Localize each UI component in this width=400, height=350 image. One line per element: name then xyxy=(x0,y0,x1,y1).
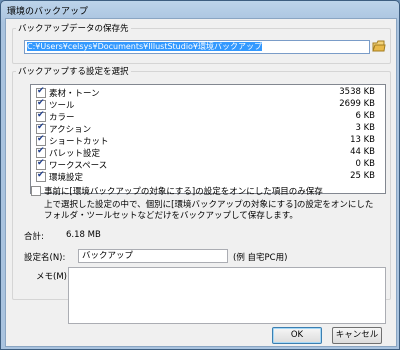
destination-group-label: バックアップデータの保存先 xyxy=(16,22,131,34)
settings-item-label: 素材・トーン xyxy=(49,89,100,99)
checkbox[interactable]: ✔ xyxy=(36,86,46,98)
total-value: 6.18 MB xyxy=(66,230,101,240)
settings-item-size: 2699 KB xyxy=(339,99,375,109)
settings-item-workspace[interactable]: ✔ ワークスペース 0 KB xyxy=(31,158,381,171)
setting-name-label: 設定名(N): xyxy=(24,253,66,263)
checkbox[interactable]: ✔ xyxy=(36,110,46,122)
setting-name-input[interactable]: バックアップ xyxy=(78,249,228,263)
total-label: 合計: xyxy=(24,232,44,242)
folder-icon xyxy=(372,40,386,52)
settings-item-label: カラー xyxy=(49,113,75,123)
dialog-body: バックアップデータの保存先 C:¥Users¥celsys¥Documents¥… xyxy=(5,18,397,347)
marked-only-label[interactable]: 事前に[環境バックアップの対象にする]の設定をオンにした項目のみ保存 xyxy=(44,185,323,197)
ok-button[interactable]: OK xyxy=(272,327,322,344)
settings-item-label: 環境設定 xyxy=(49,173,84,183)
checkmark-icon: ✔ xyxy=(37,170,45,180)
checkbox[interactable]: ✔ xyxy=(36,146,46,158)
marked-only-description-2: フォルダ・ツールセットなどだけをバックアップして保存します。 xyxy=(44,211,298,221)
settings-item-label: ショートカット xyxy=(49,137,109,147)
checkmark-icon: ✔ xyxy=(37,146,45,156)
settings-item-tool[interactable]: ✔ ツール 2699 KB xyxy=(31,98,381,111)
destination-path-input[interactable]: C:¥Users¥celsys¥Documents¥IllustStudio¥環… xyxy=(24,40,370,54)
settings-item-label: ツール xyxy=(49,101,75,111)
checkbox[interactable]: ✔ xyxy=(36,158,46,170)
checkmark-icon: ✔ xyxy=(37,158,45,168)
settings-item-size: 3538 KB xyxy=(339,87,375,97)
memo-label: メモ(M): xyxy=(36,272,70,282)
setting-name-hint: (例 自宅PC用) xyxy=(233,253,288,263)
checkbox[interactable]: ✔ xyxy=(36,170,46,182)
checkmark-icon: ✔ xyxy=(37,98,45,108)
settings-item-size: 13 KB xyxy=(350,135,375,145)
settings-item-shortcut[interactable]: ✔ ショートカット 13 KB xyxy=(31,134,381,147)
settings-item-preferences[interactable]: ✔ 環境設定 25 KB xyxy=(31,170,381,183)
checkmark-icon: ✔ xyxy=(37,134,45,144)
settings-group-label: バックアップする設定を選択 xyxy=(16,65,131,77)
settings-item-size: 0 KB xyxy=(355,159,375,169)
window-title: 環境のバックアップ xyxy=(7,7,89,17)
settings-item-material[interactable]: ✔ 素材・トーン 3538 KB xyxy=(31,86,381,99)
checkbox[interactable]: ✔ xyxy=(36,134,46,146)
checkbox[interactable]: ✔ xyxy=(36,122,46,134)
setting-name-value: バックアップ xyxy=(82,251,134,261)
cancel-button[interactable]: キャンセル xyxy=(332,327,382,344)
settings-item-label: ワークスペース xyxy=(49,161,108,171)
settings-item-action[interactable]: ✔ アクション 3 KB xyxy=(31,122,381,135)
browse-folder-button[interactable] xyxy=(372,39,386,53)
settings-item-label: パレット設定 xyxy=(49,149,101,159)
checkmark-icon: ✔ xyxy=(37,86,45,96)
checkmark-icon: ✔ xyxy=(37,122,45,132)
checkmark-icon: ✔ xyxy=(37,110,45,120)
checkbox[interactable]: ✔ xyxy=(36,98,46,110)
marked-only-checkbox[interactable] xyxy=(31,186,41,196)
settings-item-size: 6 KB xyxy=(355,111,375,121)
settings-item-size: 25 KB xyxy=(350,171,375,181)
settings-item-color[interactable]: ✔ カラー 6 KB xyxy=(31,110,381,123)
settings-list: ✔ 素材・トーン 3538 KB ✔ ツール 2699 KB ✔ カラー 6 K… xyxy=(30,84,386,194)
settings-item-size: 44 KB xyxy=(350,147,375,157)
dialog-window: 環境のバックアップ バックアップデータの保存先 C:¥Users¥celsys¥… xyxy=(0,0,400,350)
settings-item-size: 3 KB xyxy=(355,123,375,133)
destination-path-value: C:¥Users¥celsys¥Documents¥IllustStudio¥環… xyxy=(27,42,263,51)
memo-textarea[interactable] xyxy=(68,267,386,324)
settings-item-palette[interactable]: ✔ パレット設定 44 KB xyxy=(31,146,381,159)
title-bar[interactable]: 環境のバックアップ xyxy=(1,1,399,18)
settings-item-label: アクション xyxy=(49,125,92,135)
